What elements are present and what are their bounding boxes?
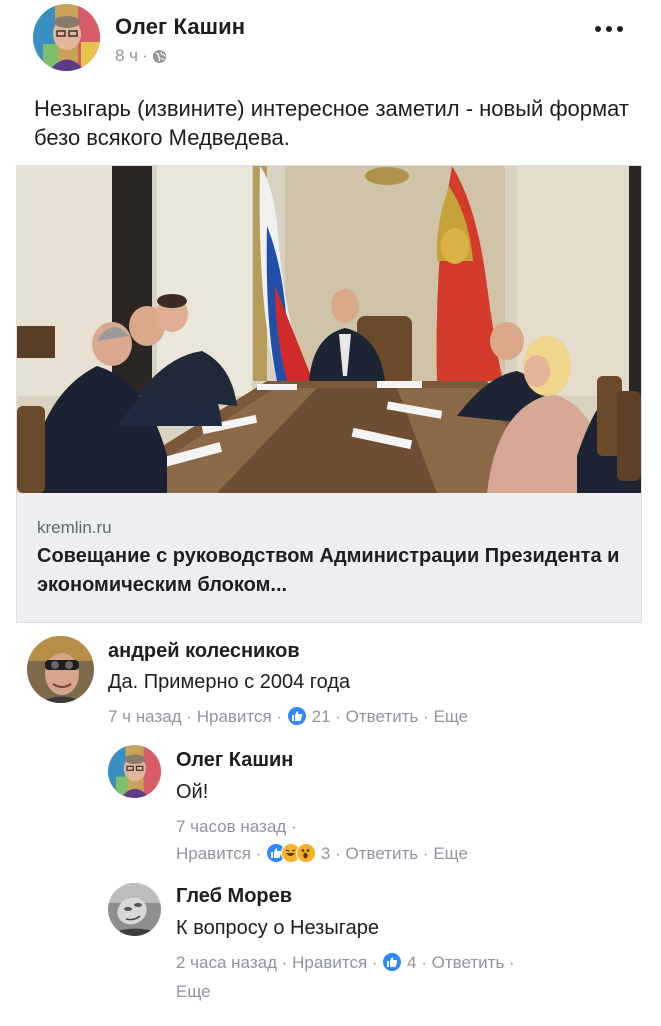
reply-author[interactable]: Олег Кашин — [176, 749, 293, 772]
like-icon[interactable] — [286, 706, 307, 726]
reply-text: Ой! — [176, 781, 209, 803]
reply-avatar[interactable] — [108, 883, 161, 936]
like-link[interactable]: Нравится — [197, 707, 272, 726]
reply-link[interactable]: Ответить — [346, 844, 419, 863]
reply-time-row: 7 часов назад · — [176, 813, 297, 840]
sep: · — [281, 953, 288, 972]
sep: · — [255, 844, 262, 863]
reply-time[interactable]: 2 часа назад — [176, 953, 277, 972]
like-link[interactable]: Нравится — [176, 844, 251, 863]
comment-text: Да. Примерно с 2004 года — [108, 671, 351, 693]
reply-avatar[interactable] — [108, 745, 161, 798]
more-link[interactable]: Еще — [433, 707, 468, 726]
reply-link[interactable]: Ответить — [346, 707, 419, 726]
like-icon[interactable] — [382, 952, 403, 972]
reply-actions: 2 часа назад · Нравится · 4 · Ответить · — [176, 949, 515, 976]
author-name[interactable]: Олег Кашин — [115, 14, 245, 40]
more-dot — [606, 26, 612, 32]
like-link[interactable]: Нравится — [292, 953, 367, 972]
comment-actions: 7 ч назад · Нравится · 21 · Ответить · Е… — [108, 703, 468, 730]
sep: · — [423, 707, 429, 726]
commenter-avatar[interactable] — [27, 636, 94, 703]
link-domain: kremlin.ru — [37, 518, 112, 537]
reaction-count[interactable]: 21 — [312, 707, 331, 726]
comments-section: андрей колесников Да. Примерно с 2004 го… — [0, 623, 661, 1026]
sep: · — [421, 953, 427, 972]
post-text: Незыгарь (извините) интересное заметил -… — [34, 96, 629, 150]
more-dot — [617, 26, 623, 32]
post-time[interactable]: 8 ч — [115, 46, 138, 66]
link-title[interactable]: Совещание с руководством Администрации П… — [37, 542, 627, 600]
sep: · — [335, 707, 341, 726]
reaction-count[interactable]: 3 — [321, 844, 330, 863]
meta-separator: · — [142, 46, 148, 65]
reply-time[interactable]: 7 часов назад — [176, 817, 286, 836]
sep: · — [290, 817, 297, 836]
post-meta: 8 ч · — [115, 46, 167, 66]
sep: · — [186, 707, 192, 726]
sep: · — [422, 844, 429, 863]
comment-author[interactable]: андрей колесников — [108, 640, 300, 663]
sep: · — [509, 953, 515, 972]
comment-time[interactable]: 7 ч назад — [108, 707, 182, 726]
reaction-count[interactable]: 4 — [407, 953, 416, 972]
link-preview-card[interactable]: kremlin.ru Совещание с руководством Адми… — [16, 165, 642, 623]
globe-icon — [152, 49, 167, 64]
reply-text: К вопросу о Незыгаре — [176, 917, 379, 939]
reply-author[interactable]: Глеб Морев — [176, 885, 292, 908]
sep: · — [276, 707, 283, 726]
reply-link[interactable]: Ответить — [432, 953, 505, 972]
sep: · — [335, 844, 341, 863]
reply-actions: Нравится · 3 · Ответить · Еще — [176, 840, 468, 867]
more-link[interactable]: Еще — [433, 844, 468, 863]
author-avatar[interactable] — [33, 4, 100, 71]
sep: · — [371, 953, 378, 972]
more-options-button[interactable] — [592, 18, 626, 40]
more-link[interactable]: Еще — [176, 982, 211, 1001]
link-preview-image[interactable] — [17, 166, 641, 493]
wow-icon[interactable] — [296, 843, 317, 863]
reply-actions-wrap: Еще — [176, 978, 211, 1005]
more-options-icon — [595, 26, 601, 32]
post-header: Олег Кашин 8 ч · — [0, 0, 661, 90]
